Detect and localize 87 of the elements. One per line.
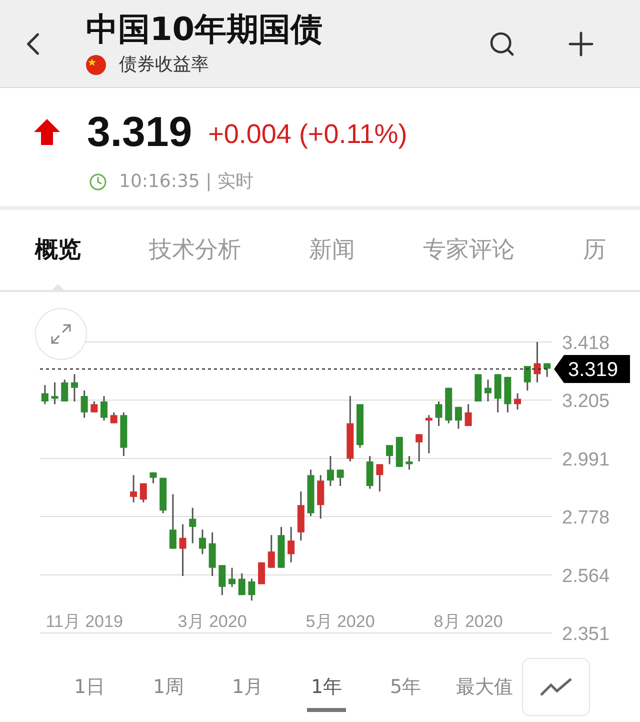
axis-label: 11月 2019 bbox=[46, 612, 123, 631]
line-chart-icon bbox=[539, 677, 573, 697]
candlestick bbox=[110, 412, 118, 424]
instrument-subtitle: 债券收益率 bbox=[119, 53, 209, 77]
candlestick bbox=[454, 406, 462, 429]
candlestick bbox=[238, 573, 246, 596]
range-tab[interactable]: 1日 bbox=[50, 662, 129, 712]
chart-type-button[interactable] bbox=[522, 658, 590, 716]
update-time: 10:16:35 | 实时 bbox=[119, 170, 254, 194]
axis-label: 5月 2020 bbox=[306, 612, 375, 631]
axis-label: 2.351 bbox=[562, 624, 610, 645]
search-button[interactable] bbox=[488, 30, 516, 58]
candlestick bbox=[189, 508, 196, 544]
last-price-tag: 3.319 bbox=[554, 355, 630, 383]
candlestick bbox=[534, 342, 541, 382]
candlestick bbox=[376, 464, 384, 492]
candlestick bbox=[396, 436, 403, 467]
candlestick bbox=[120, 412, 128, 456]
candlestick bbox=[366, 456, 374, 489]
candlestick bbox=[326, 456, 334, 486]
candlestick bbox=[198, 530, 206, 554]
candlestick bbox=[248, 578, 256, 601]
candlestick bbox=[346, 396, 354, 462]
candlestick bbox=[336, 470, 344, 486]
candlestick bbox=[297, 491, 304, 541]
candlestick bbox=[406, 456, 413, 470]
price-value: 3.319 bbox=[87, 108, 192, 156]
search-icon bbox=[488, 30, 516, 58]
candlestick bbox=[514, 393, 522, 410]
candlestick bbox=[278, 526, 285, 568]
clock-icon bbox=[89, 172, 107, 190]
candlestick bbox=[51, 382, 58, 404]
candlestick bbox=[150, 472, 157, 484]
candlestick bbox=[504, 376, 512, 412]
candlestick bbox=[425, 415, 432, 454]
candlestick bbox=[228, 568, 236, 587]
candlestick bbox=[474, 374, 482, 402]
candlestick bbox=[160, 478, 167, 514]
candlestick bbox=[169, 494, 176, 549]
candlestick bbox=[268, 535, 275, 568]
candlestick bbox=[435, 401, 442, 426]
section-tab[interactable]: 历 bbox=[583, 210, 606, 290]
candlestick bbox=[41, 385, 48, 404]
section-tab[interactable]: 新闻 bbox=[309, 210, 355, 290]
candlestick bbox=[307, 470, 314, 516]
candlestick bbox=[130, 475, 138, 502]
candlestick bbox=[140, 483, 147, 502]
candlestick bbox=[416, 434, 423, 462]
axis-label: 3.418 bbox=[562, 333, 610, 354]
candlestick bbox=[356, 404, 364, 448]
ref-line-label: 3.319 bbox=[568, 359, 618, 381]
candlestick bbox=[494, 374, 502, 412]
price-change: +0.004 (+0.11%) bbox=[208, 118, 408, 151]
axis-label: 3月 2020 bbox=[178, 612, 247, 631]
expand-icon bbox=[49, 322, 73, 346]
range-tab[interactable]: 1年 bbox=[287, 662, 366, 712]
candlestick bbox=[61, 380, 68, 402]
axis-label: 3.205 bbox=[562, 391, 610, 412]
flag-icon bbox=[86, 54, 106, 74]
range-tab[interactable]: 1月 bbox=[208, 662, 287, 712]
candlestick bbox=[288, 526, 295, 562]
candlestick bbox=[544, 363, 551, 377]
axis-label: 2.564 bbox=[562, 566, 610, 587]
range-tab[interactable]: 1周 bbox=[129, 662, 208, 712]
candlestick bbox=[90, 401, 98, 412]
candlestick bbox=[317, 475, 324, 519]
axis-label: 8月 2020 bbox=[434, 612, 503, 631]
candlestick bbox=[208, 532, 216, 576]
range-tab[interactable]: 最大值 bbox=[445, 662, 524, 712]
candlestick bbox=[70, 374, 78, 402]
axis-label: 2.991 bbox=[562, 449, 610, 470]
candlestick bbox=[179, 524, 186, 576]
candlestick bbox=[464, 404, 472, 426]
candlestick bbox=[484, 380, 492, 402]
section-tab[interactable]: 专家评论 bbox=[423, 210, 515, 290]
candlestick bbox=[218, 565, 226, 596]
candlestick bbox=[445, 388, 452, 424]
candlestick bbox=[258, 562, 266, 584]
axis-label: 2.778 bbox=[562, 508, 610, 529]
instrument-title: 中国10年期国债 bbox=[86, 9, 324, 49]
section-tab[interactable]: 概览 bbox=[35, 210, 81, 290]
section-tab[interactable]: 技术分析 bbox=[149, 210, 241, 290]
range-tab[interactable]: 5年 bbox=[366, 662, 445, 712]
candlestick bbox=[80, 390, 88, 418]
candlestick bbox=[386, 445, 394, 464]
candlestick bbox=[524, 366, 531, 391]
candlestick bbox=[100, 396, 108, 421]
